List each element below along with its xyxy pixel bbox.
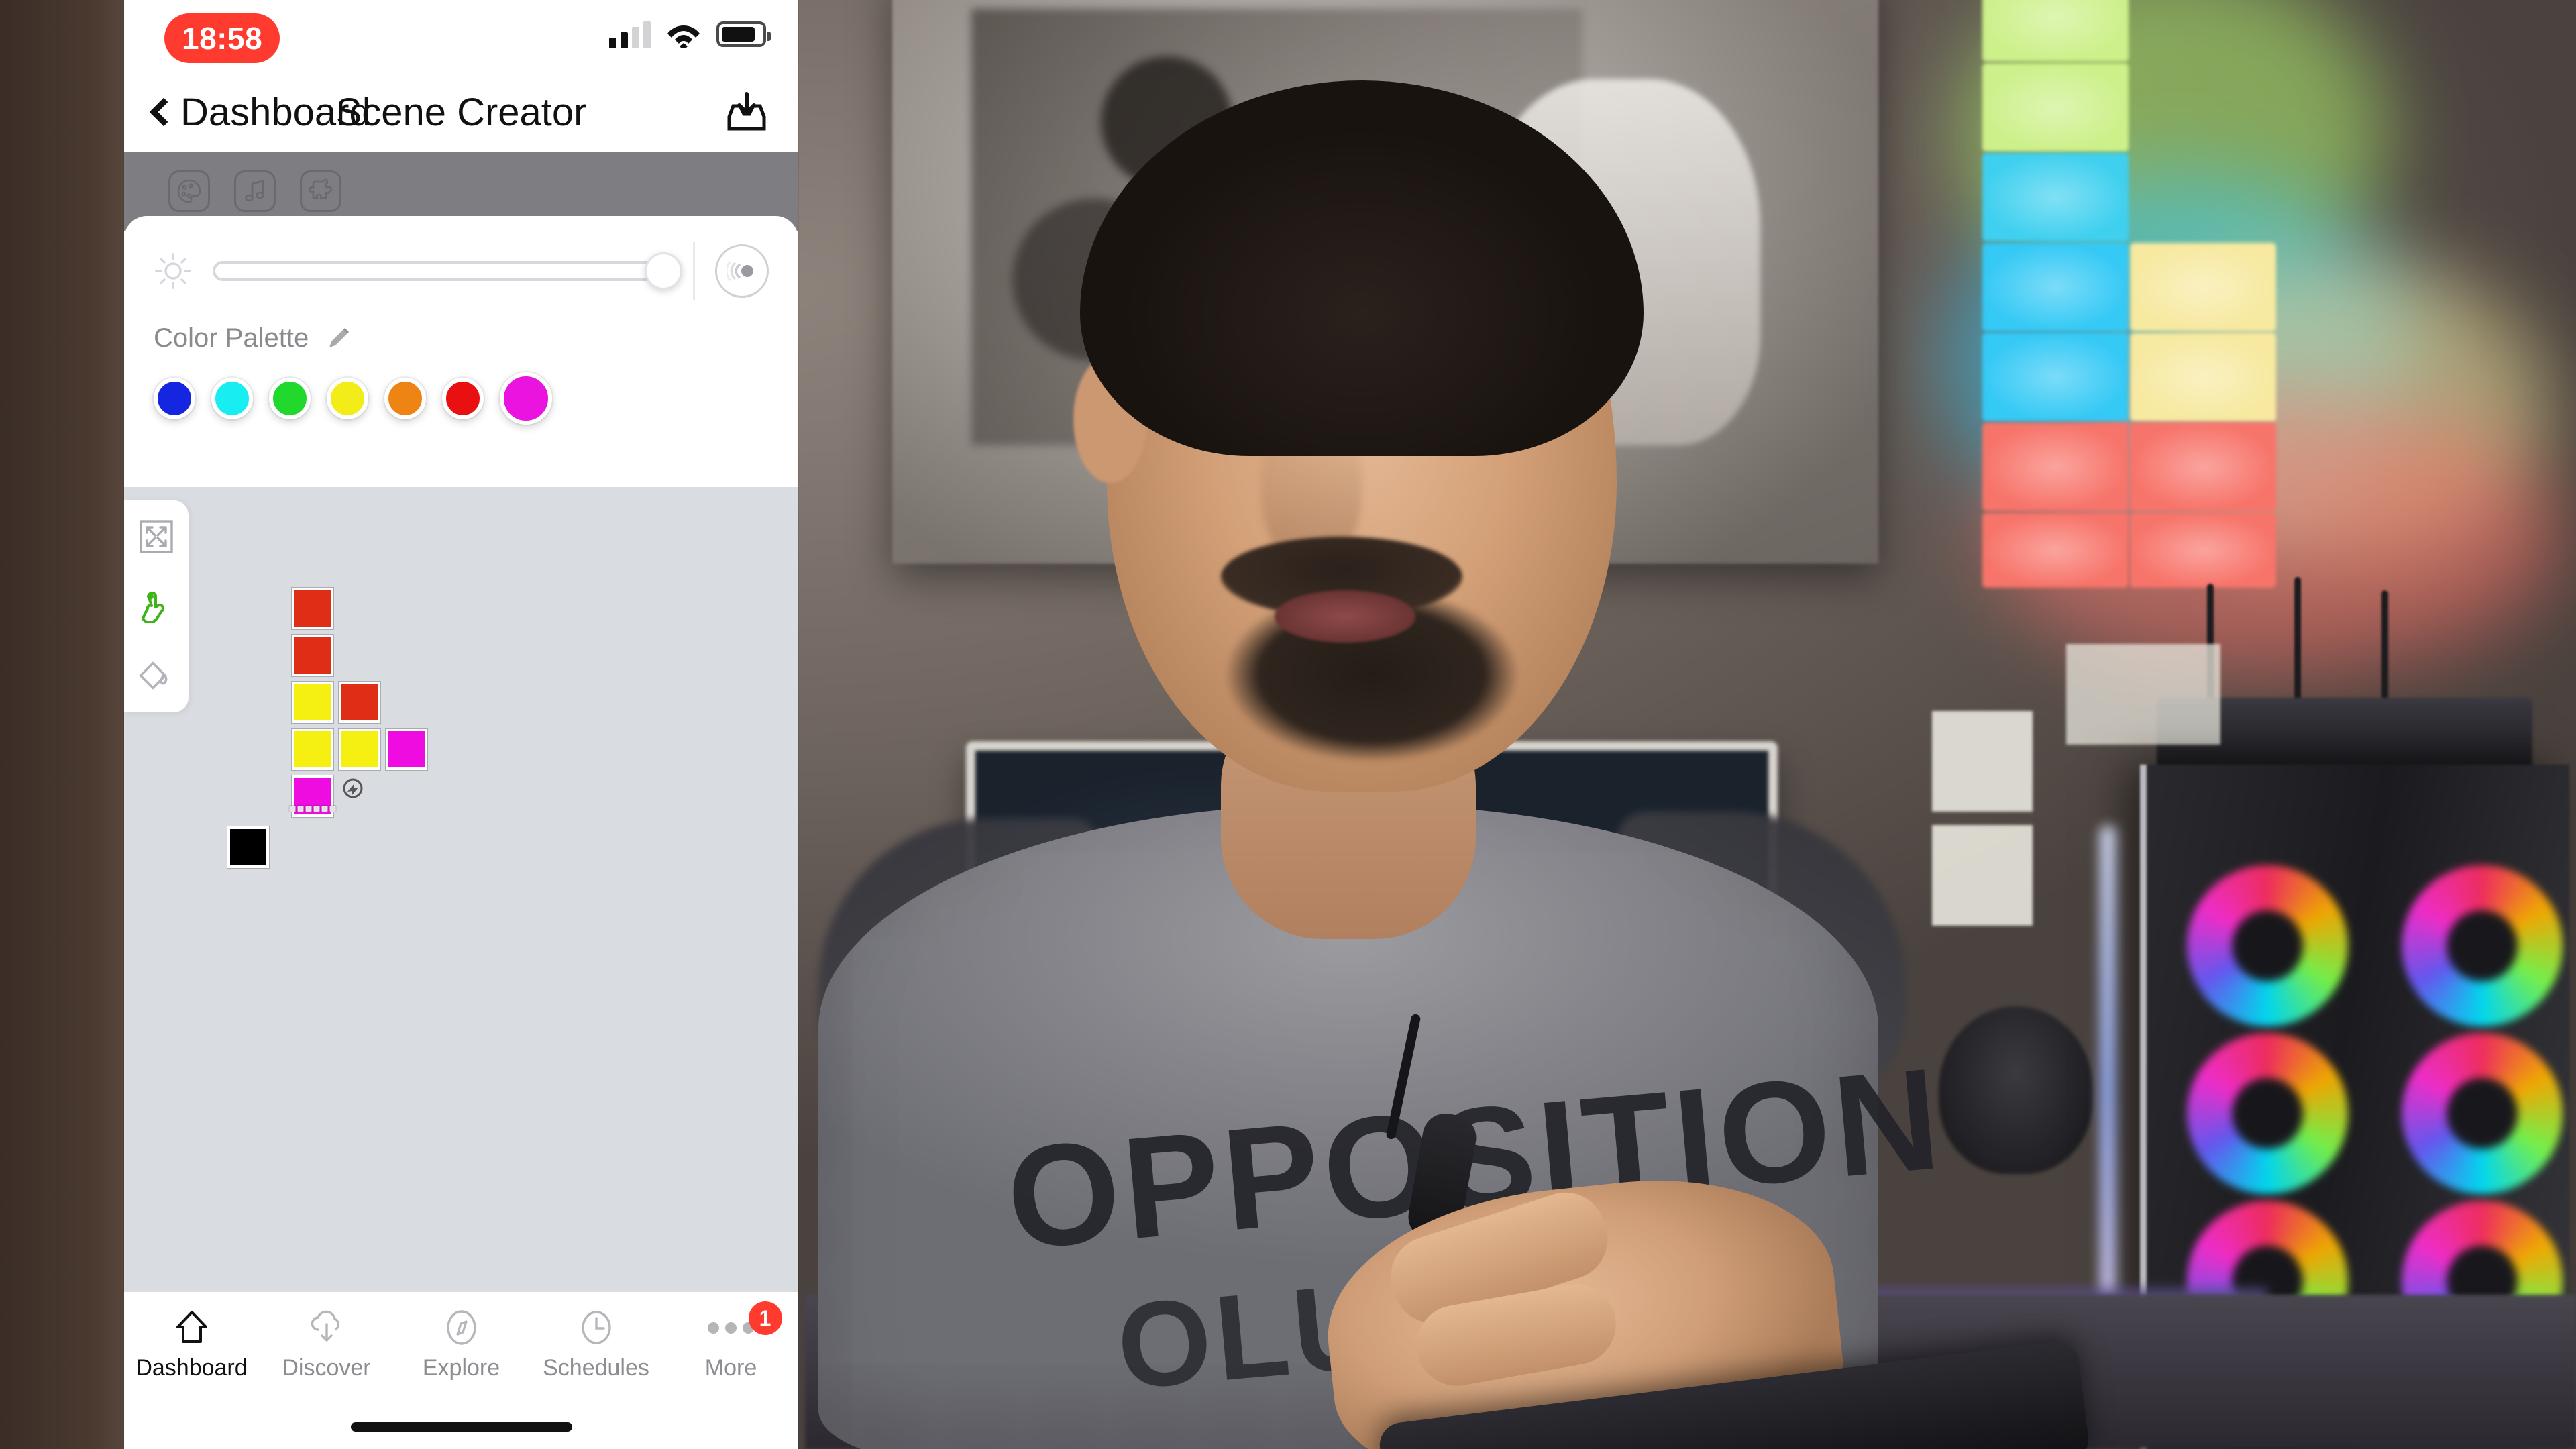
music-note-icon (245, 180, 264, 202)
light-tile[interactable] (227, 826, 269, 868)
tab-discover[interactable]: Discover (259, 1307, 394, 1381)
sticky-note (1932, 825, 2033, 926)
color-swatch-red[interactable] (442, 378, 484, 419)
chevron-left-icon (149, 97, 178, 127)
expand-arrows-icon (140, 520, 173, 553)
save-to-tray-icon[interactable] (724, 91, 769, 133)
brightness-slider-knob[interactable] (645, 252, 682, 290)
led-panel (2130, 513, 2276, 588)
motion-swipe-icon (727, 261, 753, 281)
rgb-fan (2187, 1033, 2348, 1194)
led-panel (1982, 63, 2129, 152)
led-panel (1982, 423, 2129, 511)
ellipsis-icon (708, 1307, 754, 1348)
puzzle-piece-icon (309, 178, 333, 199)
tab-more[interactable]: More 1 (663, 1301, 798, 1381)
brightness-slider[interactable] (213, 252, 682, 290)
palette-header: Color Palette (154, 323, 769, 354)
rgb-fan (2187, 865, 2348, 1026)
headset (1939, 1006, 2093, 1174)
sticky-note (1932, 711, 2033, 812)
antenna (2294, 577, 2301, 704)
mouth (1275, 590, 1415, 643)
canvas-tools (124, 500, 189, 712)
tab-schedules[interactable]: Schedules (529, 1307, 663, 1381)
led-panel (1982, 333, 2129, 421)
color-swatch-magenta[interactable] (500, 372, 552, 425)
rgb-fan (2402, 1033, 2563, 1194)
connector-pins (289, 806, 336, 812)
status-bar: 18:58 (124, 0, 798, 72)
light-tile[interactable] (292, 635, 333, 676)
led-panel (2130, 423, 2276, 511)
rhythm-mode-button[interactable] (234, 170, 276, 212)
page-title: Scene Creator (335, 90, 587, 134)
light-tile[interactable] (292, 682, 333, 723)
cellular-signal-icon (609, 20, 651, 48)
led-panel (2130, 333, 2276, 421)
control-card: Color Palette (124, 216, 798, 451)
color-swatch-blue[interactable] (154, 378, 195, 419)
led-panel (1982, 513, 2129, 588)
download-cloud-icon (306, 1307, 347, 1348)
light-tile[interactable] (339, 682, 380, 723)
tab-explore-label: Explore (422, 1355, 500, 1381)
motion-button[interactable] (715, 244, 769, 298)
palette-icon (177, 179, 201, 203)
light-tile[interactable] (289, 775, 336, 817)
divider (693, 242, 695, 300)
scene-canvas[interactable] (124, 487, 798, 1291)
status-time: 18:58 (164, 13, 280, 63)
nav-bar: Dashboard Scene Creator (124, 72, 798, 152)
sun-icon (155, 253, 191, 289)
rgb-light-strip (2100, 825, 2117, 1355)
tab-more-label: More (704, 1355, 757, 1381)
notification-badge: 1 (748, 1301, 782, 1335)
brightness-row (154, 239, 769, 303)
power-lightning-icon[interactable] (341, 777, 364, 800)
home-indicator (350, 1422, 572, 1432)
color-swatches (154, 372, 769, 425)
tab-discover-label: Discover (282, 1355, 371, 1381)
rgb-fan (2402, 865, 2563, 1026)
effects-mode-button[interactable] (300, 170, 341, 212)
led-panel (1982, 153, 2129, 241)
led-panel (2130, 243, 2276, 331)
color-swatch-green[interactable] (269, 378, 311, 419)
status-icons (609, 20, 771, 48)
light-tile[interactable] (386, 729, 427, 770)
tab-dashboard-label: Dashboard (136, 1355, 248, 1381)
light-tile[interactable] (339, 729, 380, 770)
hair (1080, 80, 1644, 456)
touch-paint-tool-button[interactable] (138, 588, 175, 625)
led-panel (1982, 0, 2129, 62)
led-panel (1982, 243, 2129, 331)
expand-tool-button[interactable] (138, 518, 175, 555)
palette-title: Color Palette (154, 323, 309, 353)
home-icon (171, 1307, 213, 1348)
tap-hand-icon (142, 592, 165, 623)
color-mode-button[interactable] (168, 170, 210, 212)
light-tile[interactable] (292, 729, 333, 770)
wall-left-edge (0, 0, 134, 1449)
wifi-icon (667, 25, 700, 48)
color-swatch-orange[interactable] (384, 378, 426, 419)
battery-icon (716, 21, 771, 47)
pencil-icon[interactable] (325, 325, 352, 352)
paint-bucket-icon (139, 661, 168, 690)
tab-explore[interactable]: Explore (394, 1307, 529, 1381)
light-tile[interactable] (292, 588, 333, 629)
fill-bucket-tool-button[interactable] (138, 657, 175, 695)
clock-icon (576, 1307, 617, 1348)
paper-note (2066, 644, 2220, 745)
color-swatch-yellow[interactable] (327, 378, 368, 419)
tab-schedules-label: Schedules (543, 1355, 649, 1381)
phone-screen-recording: 18:58 Dashboard Scene Creator Color Pale… (124, 0, 798, 1449)
color-swatch-cyan[interactable] (211, 378, 253, 419)
compass-icon (441, 1307, 482, 1348)
tab-dashboard[interactable]: Dashboard (124, 1307, 259, 1381)
